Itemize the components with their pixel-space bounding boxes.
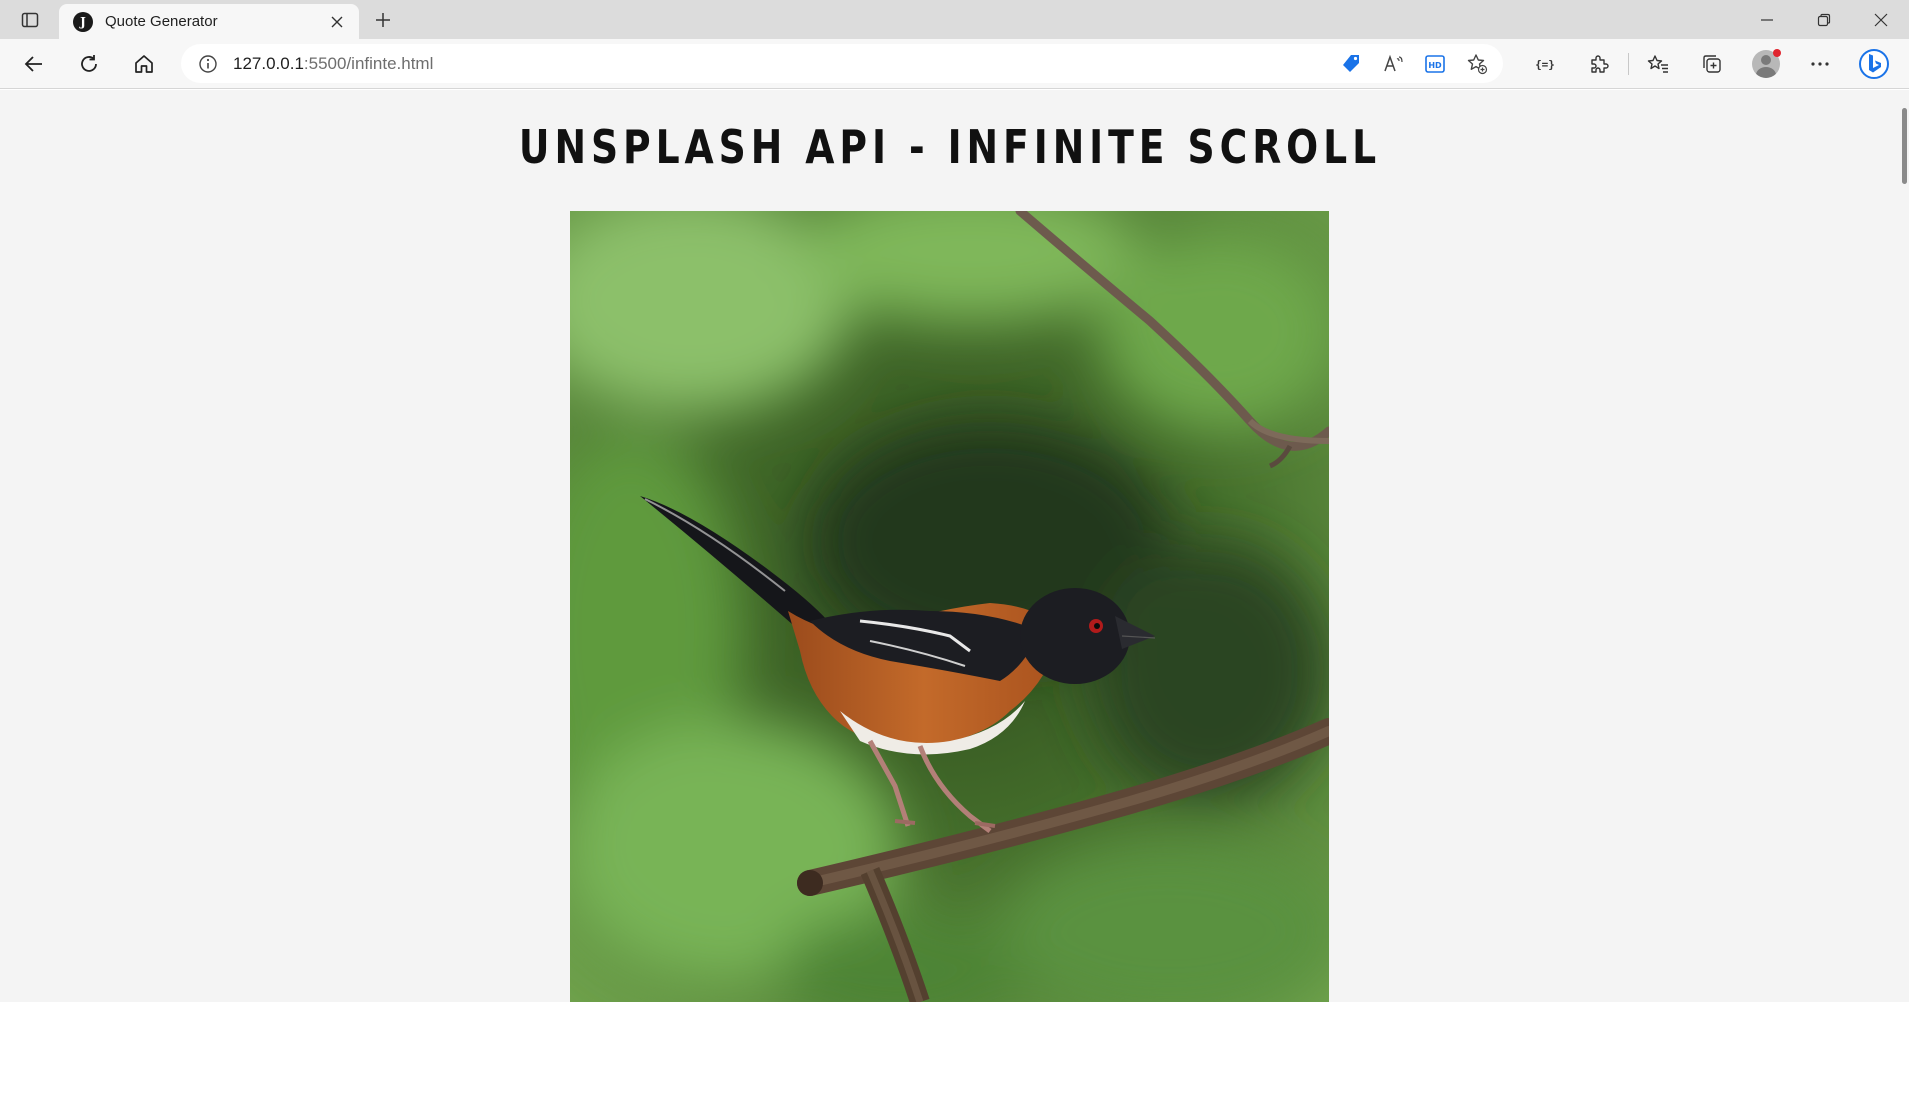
- url-text[interactable]: 127.0.0.1:5500/infinte.html: [233, 54, 433, 74]
- url-path: :5500/infinte.html: [303, 53, 434, 73]
- tab-title: Quote Generator: [105, 13, 218, 30]
- more-icon[interactable]: [1793, 44, 1847, 84]
- toolbar-right: {=}: [1518, 44, 1901, 84]
- blank-area: [0, 1002, 1909, 1118]
- plus-icon[interactable]: [367, 6, 399, 34]
- avatar: [1752, 49, 1781, 78]
- notification-dot: [1773, 49, 1781, 57]
- browser-tab[interactable]: J Quote Generator: [59, 4, 359, 39]
- window-controls: [1738, 0, 1909, 39]
- bing-icon[interactable]: [1847, 44, 1901, 84]
- scrollbar-thumb[interactable]: [1902, 108, 1907, 184]
- page-viewport: UNSPLASH API - INFINITE SCROLL: [0, 90, 1900, 1002]
- toolbar-separator: [1628, 53, 1629, 75]
- page-title: UNSPLASH API - INFINITE SCROLL: [518, 120, 1382, 174]
- read-aloud-icon[interactable]: [1377, 48, 1409, 80]
- restore-icon[interactable]: [1795, 0, 1852, 39]
- profile-icon[interactable]: [1739, 44, 1793, 84]
- minimize-icon[interactable]: [1738, 0, 1795, 39]
- svg-text:HD: HD: [1428, 61, 1442, 70]
- add-favorite-icon[interactable]: [1461, 48, 1493, 80]
- puzzle-icon[interactable]: [1572, 44, 1626, 84]
- url-host: 127.0.0.1: [233, 53, 304, 73]
- favicon-icon: J: [73, 11, 93, 32]
- close-icon[interactable]: [323, 8, 351, 36]
- refresh-icon[interactable]: [71, 47, 107, 81]
- braces-icon[interactable]: {=}: [1518, 44, 1572, 84]
- unsplash-photo[interactable]: [570, 211, 1329, 1002]
- address-bar[interactable]: 127.0.0.1:5500/infinte.html HD: [181, 44, 1503, 83]
- favorites-icon[interactable]: [1631, 44, 1685, 84]
- info-icon[interactable]: [197, 53, 219, 75]
- tab-actions-icon[interactable]: [14, 8, 46, 32]
- back-arrow-icon[interactable]: [16, 47, 52, 81]
- hd-icon[interactable]: HD: [1419, 48, 1451, 80]
- collections-icon[interactable]: [1685, 44, 1739, 84]
- close-window-icon[interactable]: [1852, 0, 1909, 39]
- omnibox-icons: HD: [1335, 44, 1493, 83]
- home-icon[interactable]: [126, 47, 162, 81]
- tab-strip: J Quote Generator: [0, 0, 1909, 39]
- svg-text:{=}: {=}: [1535, 58, 1555, 71]
- browser-toolbar: 127.0.0.1:5500/infinte.html HD {=}: [0, 39, 1909, 89]
- scrollbar[interactable]: [1900, 90, 1909, 1002]
- tag-icon[interactable]: [1335, 48, 1367, 80]
